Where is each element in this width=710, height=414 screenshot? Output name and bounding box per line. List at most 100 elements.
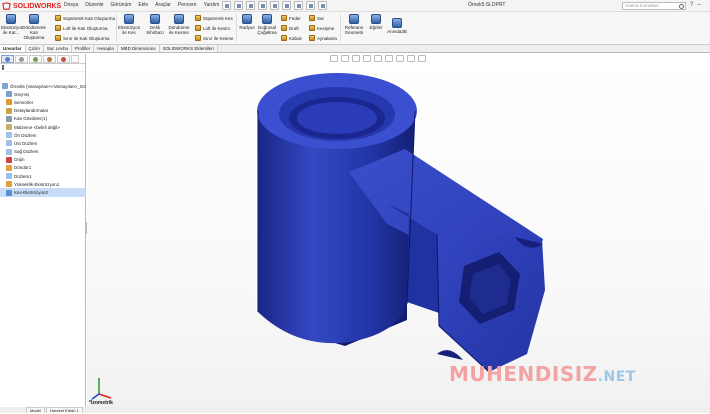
material-icon (6, 124, 12, 131)
menu-file[interactable]: Dosya (64, 2, 78, 8)
command-manager-ribbon: Ekstrüzyon ile Kat... Döndürerek Katı Ol… (0, 12, 710, 45)
fillet-label: Radyus (239, 25, 255, 30)
tree-item-label: Katı Gövdeler(1) (14, 116, 48, 122)
extrude-boss-button[interactable]: Ekstrüzyon ile Kat... (1, 14, 24, 35)
tab-model[interactable]: Model (26, 407, 45, 413)
tab-mbd-dimensions[interactable]: MBD Dimensions (117, 45, 160, 52)
new-document-icon[interactable] (234, 1, 243, 10)
fillet-icon (242, 14, 252, 24)
tab-sheet-metal[interactable]: Sac Levha (43, 45, 73, 52)
open-icon[interactable] (246, 1, 255, 10)
sweep-cut-label: Süpürerek Kes (203, 15, 233, 21)
sweep-boss-button[interactable]: Süpürerek Katı Oluşturma (55, 15, 115, 21)
tree-item-front-plane[interactable]: Ön Düzlem (0, 131, 86, 139)
panel-expand-icon[interactable] (71, 55, 79, 63)
tree-item-solid-bodies[interactable]: Katı Gövdeler(1) (0, 115, 86, 123)
tree-item-label: Düzlem1 (14, 173, 32, 179)
revolve-cut-button[interactable]: Döndürme ile Kesme (168, 14, 190, 35)
loft-boss-button[interactable]: Loft ile Katı Oluşturma (55, 25, 108, 31)
tree-item-annotations[interactable]: Detaylandırmalar (0, 107, 86, 115)
linear-pattern-button[interactable]: Doğrusal Çoğaltma (256, 14, 278, 35)
wrap-button[interactable]: Sar (309, 15, 324, 21)
revolve-cut-label: Döndürme ile Kesme (168, 25, 190, 35)
reference-geometry-button[interactable]: Referans Geometri (342, 14, 366, 35)
mirror-button[interactable]: Aynalama (309, 35, 337, 41)
shell-button[interactable]: Kabuk (281, 35, 302, 41)
tree-item-revolve1[interactable]: Döndür1 (0, 164, 86, 172)
loft-boss-icon (55, 25, 61, 31)
display-manager-tab-icon[interactable] (57, 55, 70, 63)
menu-help[interactable]: Yardım (204, 2, 220, 8)
document-title: Örnek5.SLDPRT (468, 2, 506, 8)
sweep-cut-button[interactable]: Süpürerek Kes (195, 15, 233, 21)
tree-filter[interactable] (0, 64, 85, 72)
dimxpert-tab-icon[interactable] (43, 55, 56, 63)
extrude-cut-button[interactable]: Ekstrüzyon ile Kes (118, 14, 140, 35)
notch-bottom (437, 350, 463, 360)
tree-item-boss-extrude1[interactable]: Yükseklik-Ekstrüzyon1 (0, 180, 86, 188)
print-icon[interactable] (270, 1, 279, 10)
menu-insert[interactable]: Ekle (138, 2, 148, 8)
instant3d-icon (392, 18, 402, 28)
linear-pattern-icon (262, 14, 272, 24)
boundary-boss-button[interactable]: Sınır ile Katı Oluşturma (55, 35, 110, 41)
options-icon[interactable] (318, 1, 327, 10)
tab-features[interactable]: Unsurlar (0, 45, 26, 52)
linear-pattern-label: Doğrusal Çoğaltma (257, 25, 277, 35)
help-icon[interactable]: ? (690, 2, 693, 8)
origin-icon (6, 156, 12, 163)
feature-tree: Örnek5 (Varsayılan<<Varsayılan>_Gö Geçmi… (0, 82, 86, 197)
tab-profiles[interactable]: Profiller (72, 45, 95, 52)
configuration-manager-tab-icon[interactable] (29, 55, 42, 63)
history-icon (6, 91, 12, 98)
tree-item-top-plane[interactable]: Üst Düzlem (0, 139, 86, 147)
tree-item-sensors[interactable]: Sensörler (0, 98, 86, 106)
part-model[interactable] (87, 54, 710, 407)
solidworks-logo[interactable]: SOLIDWORKS (2, 1, 61, 11)
menu-tools[interactable]: Araçlar (155, 2, 171, 8)
tab-sketch[interactable]: Çizim (25, 45, 44, 52)
tab-solidworks-addins[interactable]: SOLIDWORKS Eklentileri (159, 45, 218, 52)
graphics-area[interactable]: *İzometrik MUHENDISIZ.NET (87, 54, 710, 407)
feature-tree-tab-icon[interactable] (1, 55, 14, 63)
intersect-button[interactable]: Kesişme (309, 25, 334, 31)
tab-motion-study[interactable]: Hareket Etüdü 1 (45, 407, 83, 413)
boundary-boss-label: Sınır ile Katı Oluşturma (63, 35, 110, 41)
tree-item-cut-extrude2[interactable]: Kes-Ekstrüzyon2 (0, 188, 86, 197)
tree-item-history[interactable]: Geçmiş (0, 90, 86, 98)
tree-item-material[interactable]: Malzeme <belirli değil> (0, 123, 86, 131)
shell-icon (281, 35, 287, 41)
loft-cut-button[interactable]: Loft ile Kesim (195, 25, 230, 31)
boundary-cut-button[interactable]: Sınır ile Kesme (195, 35, 234, 41)
revolve-boss-button[interactable]: Döndürerek Katı Oluşturma (22, 14, 46, 40)
boundary-cut-icon (195, 35, 201, 41)
tree-item-origin[interactable]: Orijin (0, 156, 86, 164)
hole-wizard-label: Delik Sihirbazı (146, 25, 164, 35)
tab-evaluate[interactable]: Hesapla (94, 45, 118, 52)
rib-button[interactable]: Feder (281, 15, 301, 21)
search-input[interactable]: Arama Komutları (622, 2, 686, 10)
save-icon[interactable] (258, 1, 267, 10)
filter-icon[interactable] (2, 65, 6, 70)
select-icon[interactable] (294, 1, 303, 10)
hole-wizard-button[interactable]: Delik Sihirbazı (143, 14, 167, 35)
rib-label: Feder (289, 15, 301, 21)
instant3d-button[interactable]: Anında3B (386, 18, 408, 34)
minimize-icon[interactable]: – (697, 2, 700, 8)
menu-view[interactable]: Görünüm (111, 2, 132, 8)
tree-item-part[interactable]: Örnek5 (Varsayılan<<Varsayılan>_Gö (0, 82, 86, 90)
fillet-button[interactable]: Radyus (238, 14, 256, 30)
menu-window[interactable]: Pencere (178, 2, 197, 8)
home-icon[interactable] (222, 1, 231, 10)
draft-button[interactable]: Draft (281, 25, 299, 31)
property-manager-tab-icon[interactable] (15, 55, 28, 63)
tree-item-right-plane[interactable]: Sağ Düzlem (0, 148, 86, 156)
curves-button[interactable]: Eğriler (367, 14, 385, 30)
menu-edit[interactable]: Düzenle (85, 2, 103, 8)
wrap-label: Sar (317, 15, 325, 21)
tree-item-plane1[interactable]: Düzlem1 (0, 172, 86, 180)
rebuild-icon[interactable] (306, 1, 315, 10)
extrude-boss-label: Ekstrüzyon ile Kat... (1, 25, 24, 35)
search-icon[interactable] (679, 4, 684, 9)
undo-icon[interactable] (282, 1, 291, 10)
